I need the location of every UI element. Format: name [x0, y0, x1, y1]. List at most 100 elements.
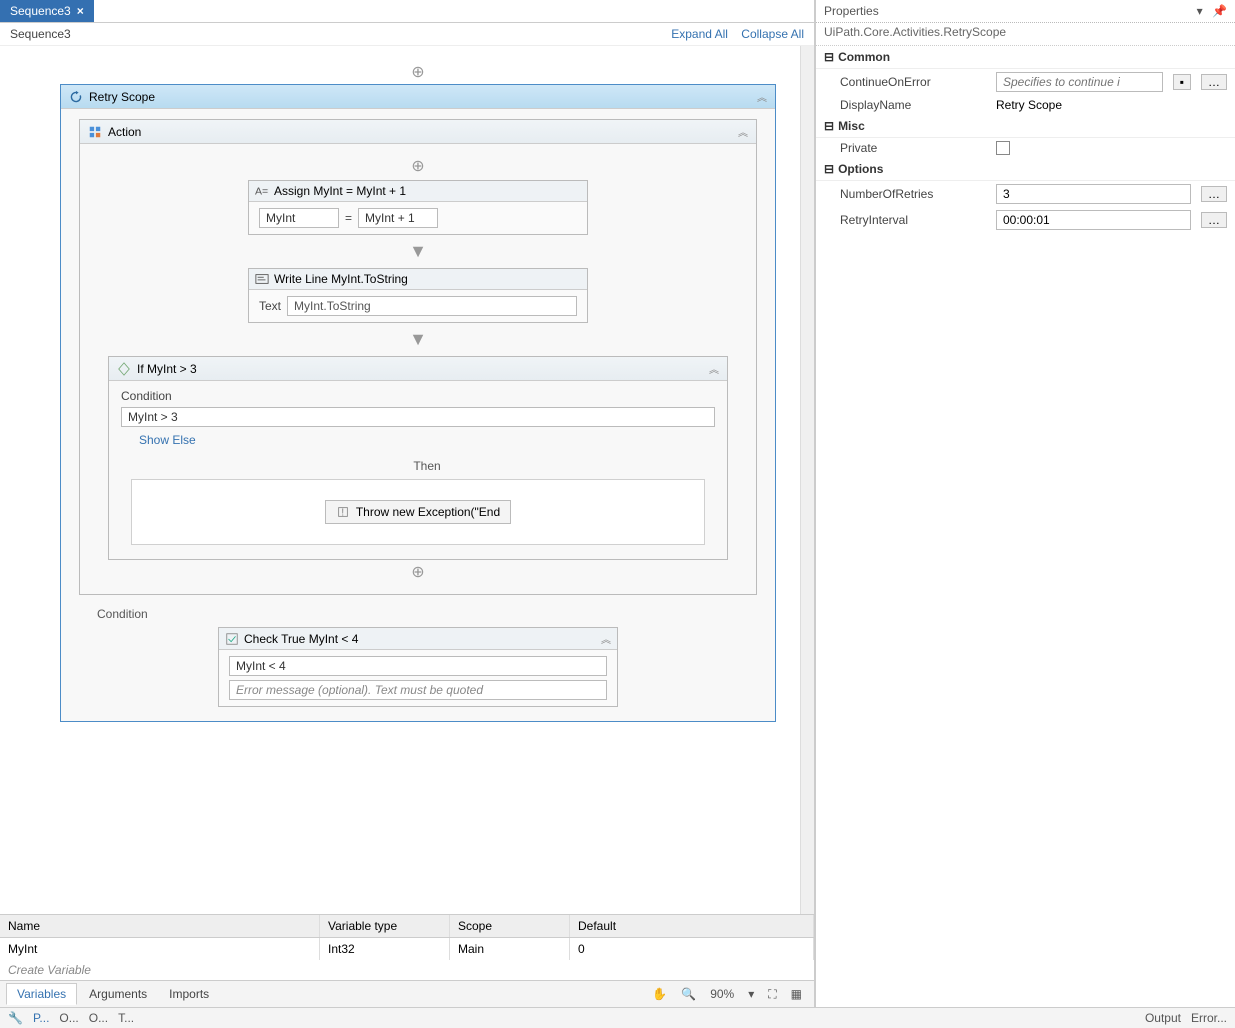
- assign-title: Assign MyInt = MyInt + 1: [274, 184, 406, 198]
- category-common[interactable]: ⊟ Common: [816, 46, 1235, 69]
- var-scope[interactable]: Main: [450, 938, 570, 960]
- prop-name: ContinueOnError: [840, 75, 990, 89]
- then-label: Then: [139, 459, 715, 473]
- add-activity-plus[interactable]: ⊕: [98, 562, 738, 582]
- dropdown-icon[interactable]: ▾: [1197, 4, 1203, 18]
- activity-class-label: UiPath.Core.Activities.RetryScope: [816, 23, 1235, 46]
- check-icon: [225, 632, 239, 646]
- show-else-link[interactable]: Show Else: [139, 433, 196, 447]
- retry-scope-activity[interactable]: Retry Scope ︽ Action ︽: [60, 84, 776, 722]
- var-type[interactable]: Int32: [320, 938, 450, 960]
- add-activity-plus[interactable]: ⊕: [98, 156, 738, 176]
- prop-name: RetryInterval: [840, 213, 990, 227]
- checktrue-activity[interactable]: Check True MyInt < 4 ︽ MyInt < 4 Error m…: [218, 627, 618, 707]
- expand-all-link[interactable]: Expand All: [671, 27, 728, 41]
- private-checkbox[interactable]: [996, 141, 1010, 155]
- retries-input[interactable]: [996, 184, 1191, 204]
- pin-icon[interactable]: 📌: [1212, 4, 1227, 18]
- status-output[interactable]: Output: [1145, 1011, 1181, 1025]
- fit-screen-icon[interactable]: ⛶: [762, 985, 782, 1004]
- throw-activity[interactable]: ! Throw new Exception("End: [325, 500, 511, 524]
- variable-row[interactable]: MyInt Int32 Main 0: [0, 938, 814, 960]
- status-o1[interactable]: O...: [59, 1011, 78, 1025]
- retry-scope-header[interactable]: Retry Scope ︽: [61, 85, 775, 109]
- wrench-icon[interactable]: 🔧: [8, 1011, 23, 1025]
- tab-arguments[interactable]: Arguments: [79, 984, 157, 1004]
- condition-input[interactable]: MyInt > 3: [121, 407, 715, 427]
- expand-icon[interactable]: ⊟: [824, 162, 834, 176]
- workflow-canvas[interactable]: ⊕ Retry Scope ︽: [0, 46, 800, 914]
- writeline-text-input[interactable]: MyInt.ToString: [287, 296, 577, 316]
- status-t[interactable]: T...: [118, 1011, 134, 1025]
- collapse-icon[interactable]: ︽: [738, 124, 748, 139]
- writeline-text-label: Text: [259, 299, 281, 313]
- then-container[interactable]: ! Throw new Exception("End: [131, 479, 705, 545]
- var-name[interactable]: MyInt: [0, 938, 320, 960]
- assign-activity[interactable]: A=B Assign MyInt = MyInt + 1 MyInt = MyI…: [248, 180, 588, 235]
- checktrue-expr-input[interactable]: MyInt < 4: [229, 656, 607, 676]
- ellipsis-button[interactable]: …: [1201, 186, 1227, 202]
- add-activity-top[interactable]: ⊕: [60, 62, 776, 82]
- assign-header[interactable]: A=B Assign MyInt = MyInt + 1: [249, 181, 587, 202]
- tab-close-icon[interactable]: ×: [77, 4, 84, 18]
- var-default[interactable]: 0: [570, 938, 814, 960]
- status-project[interactable]: P...: [33, 1011, 49, 1025]
- action-sequence[interactable]: Action ︽ ⊕ A=B Assign: [79, 119, 757, 595]
- action-header[interactable]: Action ︽: [80, 120, 756, 144]
- category-options[interactable]: ⊟ Options: [816, 158, 1235, 181]
- tab-variables[interactable]: Variables: [6, 983, 77, 1005]
- zoom-dropdown-icon[interactable]: ▾: [742, 985, 760, 1003]
- vertical-scrollbar[interactable]: [800, 46, 814, 914]
- assign-icon: A=B: [255, 184, 269, 198]
- ellipsis-button[interactable]: …: [1201, 74, 1227, 90]
- equals-label: =: [345, 211, 352, 225]
- checktrue-error-input[interactable]: Error message (optional). Text must be q…: [229, 680, 607, 700]
- displayname-value[interactable]: Retry Scope: [996, 98, 1227, 112]
- if-activity[interactable]: If MyInt > 3 ︽ Condition MyInt > 3 Show …: [108, 356, 728, 560]
- status-o2[interactable]: O...: [89, 1011, 108, 1025]
- variables-panel: Name Variable type Scope Default MyInt I…: [0, 914, 814, 980]
- expand-icon[interactable]: ⊟: [824, 119, 834, 133]
- continueonerror-input[interactable]: [996, 72, 1163, 92]
- if-header[interactable]: If MyInt > 3 ︽: [109, 357, 727, 381]
- condition-section-label: Condition: [97, 607, 757, 621]
- assign-left-input[interactable]: MyInt: [259, 208, 339, 228]
- zoom-icon[interactable]: 🔍: [675, 985, 702, 1003]
- zoom-level[interactable]: 90%: [704, 985, 740, 1003]
- breadcrumb[interactable]: Sequence3: [10, 27, 71, 41]
- expand-icon[interactable]: ⊟: [824, 50, 834, 64]
- designer-panel: Sequence3 × Sequence3 Expand All Collaps…: [0, 0, 815, 1007]
- prop-displayname: DisplayName Retry Scope: [816, 95, 1235, 115]
- writeline-header[interactable]: Write Line MyInt.ToString: [249, 269, 587, 290]
- status-bar: 🔧 P... O... O... T... Output Error...: [0, 1007, 1235, 1028]
- writeline-activity[interactable]: Write Line MyInt.ToString Text MyInt.ToS…: [248, 268, 588, 323]
- create-variable-link[interactable]: Create Variable: [0, 960, 814, 980]
- col-default[interactable]: Default: [570, 915, 814, 937]
- throw-label: Throw new Exception("End: [356, 505, 500, 519]
- col-name[interactable]: Name: [0, 915, 320, 937]
- ellipsis-button[interactable]: …: [1201, 212, 1227, 228]
- svg-text:!: !: [341, 507, 344, 519]
- assign-right-input[interactable]: MyInt + 1: [358, 208, 438, 228]
- checktrue-header[interactable]: Check True MyInt < 4 ︽: [219, 628, 617, 650]
- tab-sequence3[interactable]: Sequence3 ×: [0, 0, 94, 22]
- pan-tool-icon[interactable]: ✋: [646, 985, 673, 1003]
- writeline-title: Write Line MyInt.ToString: [274, 272, 408, 286]
- bottom-tab-bar: Variables Arguments Imports ✋ 🔍 90% ▾ ⛶ …: [0, 980, 814, 1007]
- col-type[interactable]: Variable type: [320, 915, 450, 937]
- col-scope[interactable]: Scope: [450, 915, 570, 937]
- retry-icon: [69, 90, 83, 104]
- collapse-icon[interactable]: ︽: [601, 631, 611, 646]
- if-icon: [117, 362, 131, 376]
- properties-panel: Properties ▾ 📌 UiPath.Core.Activities.Re…: [815, 0, 1235, 1007]
- overview-icon[interactable]: ▦: [785, 985, 808, 1003]
- collapse-icon[interactable]: ︽: [709, 361, 719, 376]
- interval-input[interactable]: [996, 210, 1191, 230]
- flow-arrow-icon: ▼: [98, 329, 738, 350]
- category-misc[interactable]: ⊟ Misc: [816, 115, 1235, 138]
- collapse-all-link[interactable]: Collapse All: [741, 27, 804, 41]
- editor-button[interactable]: ▪: [1173, 74, 1191, 90]
- status-error[interactable]: Error...: [1191, 1011, 1227, 1025]
- collapse-icon[interactable]: ︽: [757, 89, 767, 104]
- tab-imports[interactable]: Imports: [159, 984, 219, 1004]
